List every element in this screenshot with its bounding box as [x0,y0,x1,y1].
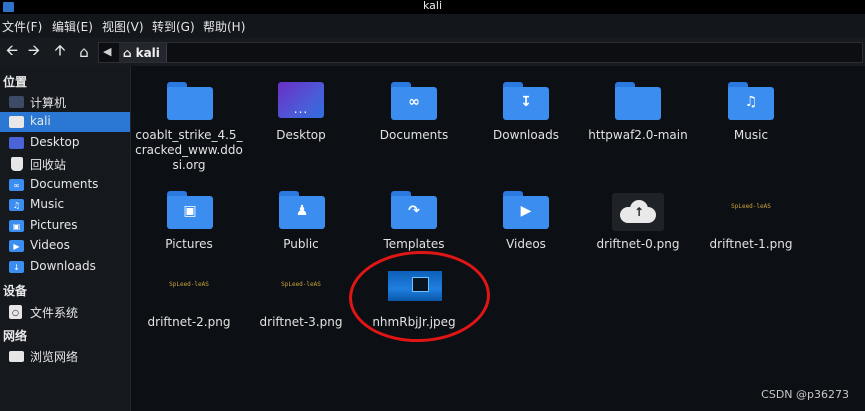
music-icon: ♫ [744,94,758,110]
file-label: Music [733,128,769,142]
sidebar-item-kali[interactable]: kali [0,112,130,132]
menu-view[interactable]: 视图(V) [102,18,144,35]
file-item-videos[interactable]: ▶ Videos [470,191,582,253]
sidebar-item-downloads[interactable]: ↓ Downloads [0,257,130,277]
file-item-music[interactable]: ♫ Music [695,82,807,144]
places-header: 位置 [3,75,28,89]
devices-header: 设备 [3,284,28,298]
file-label: Public [283,237,319,251]
sidebar-item-desktop[interactable]: Desktop [0,133,130,153]
home-small-icon: ⌂ [123,45,132,60]
file-label: Desktop [276,128,326,142]
watermark: CSDN @p36273 [761,388,849,401]
file-item-driftnet-2[interactable]: SpLeed-leAS driftnet-2.png [133,271,245,333]
videos-folder-icon: ▶ [9,240,24,252]
file-item-desktop[interactable]: ... Desktop [245,82,357,144]
file-item-coablt-strike[interactable]: coablt_strike_4.5_ cracked_www.ddo si.or… [133,82,245,176]
file-label: driftnet-0.png [596,237,680,251]
sidebar-item-videos[interactable]: ▶ Videos [0,236,130,256]
templates-folder-icon: ↷ [391,191,437,229]
file-label: driftnet-2.png [147,315,231,329]
file-label-line2: cracked_www.ddo [135,143,243,157]
file-label: httpwaf2.0-main [588,128,688,142]
documents-folder-icon: ∞ [391,82,437,120]
file-label-line1: coablt_strike_4.5_ [135,128,243,142]
music-folder-icon: ♫ [9,199,24,211]
downloads-folder-icon: ↓ [9,261,24,273]
menu-go[interactable]: 转到(G) [152,18,195,35]
computer-icon [9,96,24,108]
sidebar-item-trash[interactable]: 回收站 [0,154,130,174]
public-folder-icon: ♟ [279,191,325,229]
desktop-folder-icon [9,137,24,149]
image-thumbnail-text: SpLeed-leAS [169,281,209,288]
sidebar-item-music[interactable]: ♫ Music [0,195,130,215]
videos-folder-icon: ▶ [503,191,549,229]
pictures-folder-icon: ▣ [9,220,24,232]
image-thumbnail-text: SpLeed-leAS [281,281,321,288]
file-label: Documents [379,128,449,142]
folder-icon [167,82,213,120]
home-icon [9,116,24,128]
back-arrow-icon[interactable]: 🡨 [3,41,21,61]
sidebar-item-pictures[interactable]: ▣ Pictures [0,216,130,236]
file-item-templates[interactable]: ↷ Templates [358,191,470,253]
music-folder-icon: ♫ [728,82,774,120]
upload-arrow-icon: ↑ [633,205,645,219]
menu-file[interactable]: 文件(F) [2,18,42,35]
forward-arrow-icon[interactable]: 🡪 [25,41,43,61]
file-item-driftnet-3[interactable]: SpLeed-leAS driftnet-3.png [245,271,357,333]
folder-icon [615,82,661,120]
up-arrow-icon[interactable]: 🡩 [51,41,69,61]
file-item-downloads[interactable]: ↧ Downloads [470,82,582,144]
home-icon[interactable]: ⌂ [75,43,93,61]
drive-icon: ○ [9,305,22,319]
file-label-line3: si.org [172,158,206,172]
menu-edit[interactable]: 编辑(E) [52,18,93,35]
file-item-documents[interactable]: ∞ Documents [358,82,470,144]
image-icon: ▣ [183,203,197,219]
file-view: coablt_strike_4.5_ cracked_www.ddo si.or… [131,66,865,411]
file-label: driftnet-3.png [259,315,343,329]
video-icon: ▶ [520,203,532,219]
file-item-driftnet-1[interactable]: SpLeed-leAS driftnet-1.png [695,191,807,253]
title-bar: kali [0,0,865,14]
menu-bar: 文件(F) 编辑(E) 视图(V) 转到(G) 帮助(H) [0,14,865,38]
cloud-image-thumbnail: ↑ [612,193,664,231]
breadcrumb-label: kali [135,45,160,60]
downloads-folder-icon: ↧ [503,82,549,120]
link-icon: ∞ [408,94,420,110]
file-label: driftnet-1.png [709,237,793,251]
window-title: kali [422,0,443,12]
sidebar-item-filesystem[interactable]: ○ 文件系统 [0,302,130,322]
path-bar: ◀ ⌂ kali [98,42,863,63]
file-item-httpwaf[interactable]: httpwaf2.0-main [582,82,694,144]
sidebar-item-browse-network[interactable]: 浏览网络 [0,346,130,366]
image-thumbnail-text: SpLeed-leAS [731,203,771,210]
trash-icon [11,157,23,171]
file-label: Downloads [493,128,559,142]
sidebar: 位置 计算机 kali Desktop 回收站 ∞ Documents ♫ Mu… [0,66,131,411]
file-label: Pictures [165,237,213,251]
template-icon: ↷ [408,203,420,219]
sidebar-item-documents[interactable]: ∞ Documents [0,175,130,195]
documents-folder-icon: ∞ [9,179,24,191]
toolbar: 🡨 🡪 🡩 ⌂ ◀ ⌂ kali [0,38,865,67]
sidebar-item-computer[interactable]: 计算机 [0,92,130,112]
file-item-pictures[interactable]: ▣ Pictures [133,191,245,253]
breadcrumb-kali[interactable]: ⌂ kali [119,43,167,62]
desktop-folder-icon: ... [278,82,324,118]
menu-help[interactable]: 帮助(H) [203,18,245,35]
people-icon: ♟ [295,203,309,219]
network-icon [9,351,24,362]
path-left-arrow-icon[interactable]: ◀ [103,45,111,58]
network-header: 网络 [3,329,28,343]
file-item-public[interactable]: ♟ Public [245,191,357,253]
pictures-folder-icon: ▣ [167,191,213,229]
download-icon: ↧ [520,94,532,110]
file-label: Videos [506,237,546,251]
file-item-driftnet-0[interactable]: ↑ driftnet-0.png [582,191,694,253]
file-label: Templates [383,237,445,251]
